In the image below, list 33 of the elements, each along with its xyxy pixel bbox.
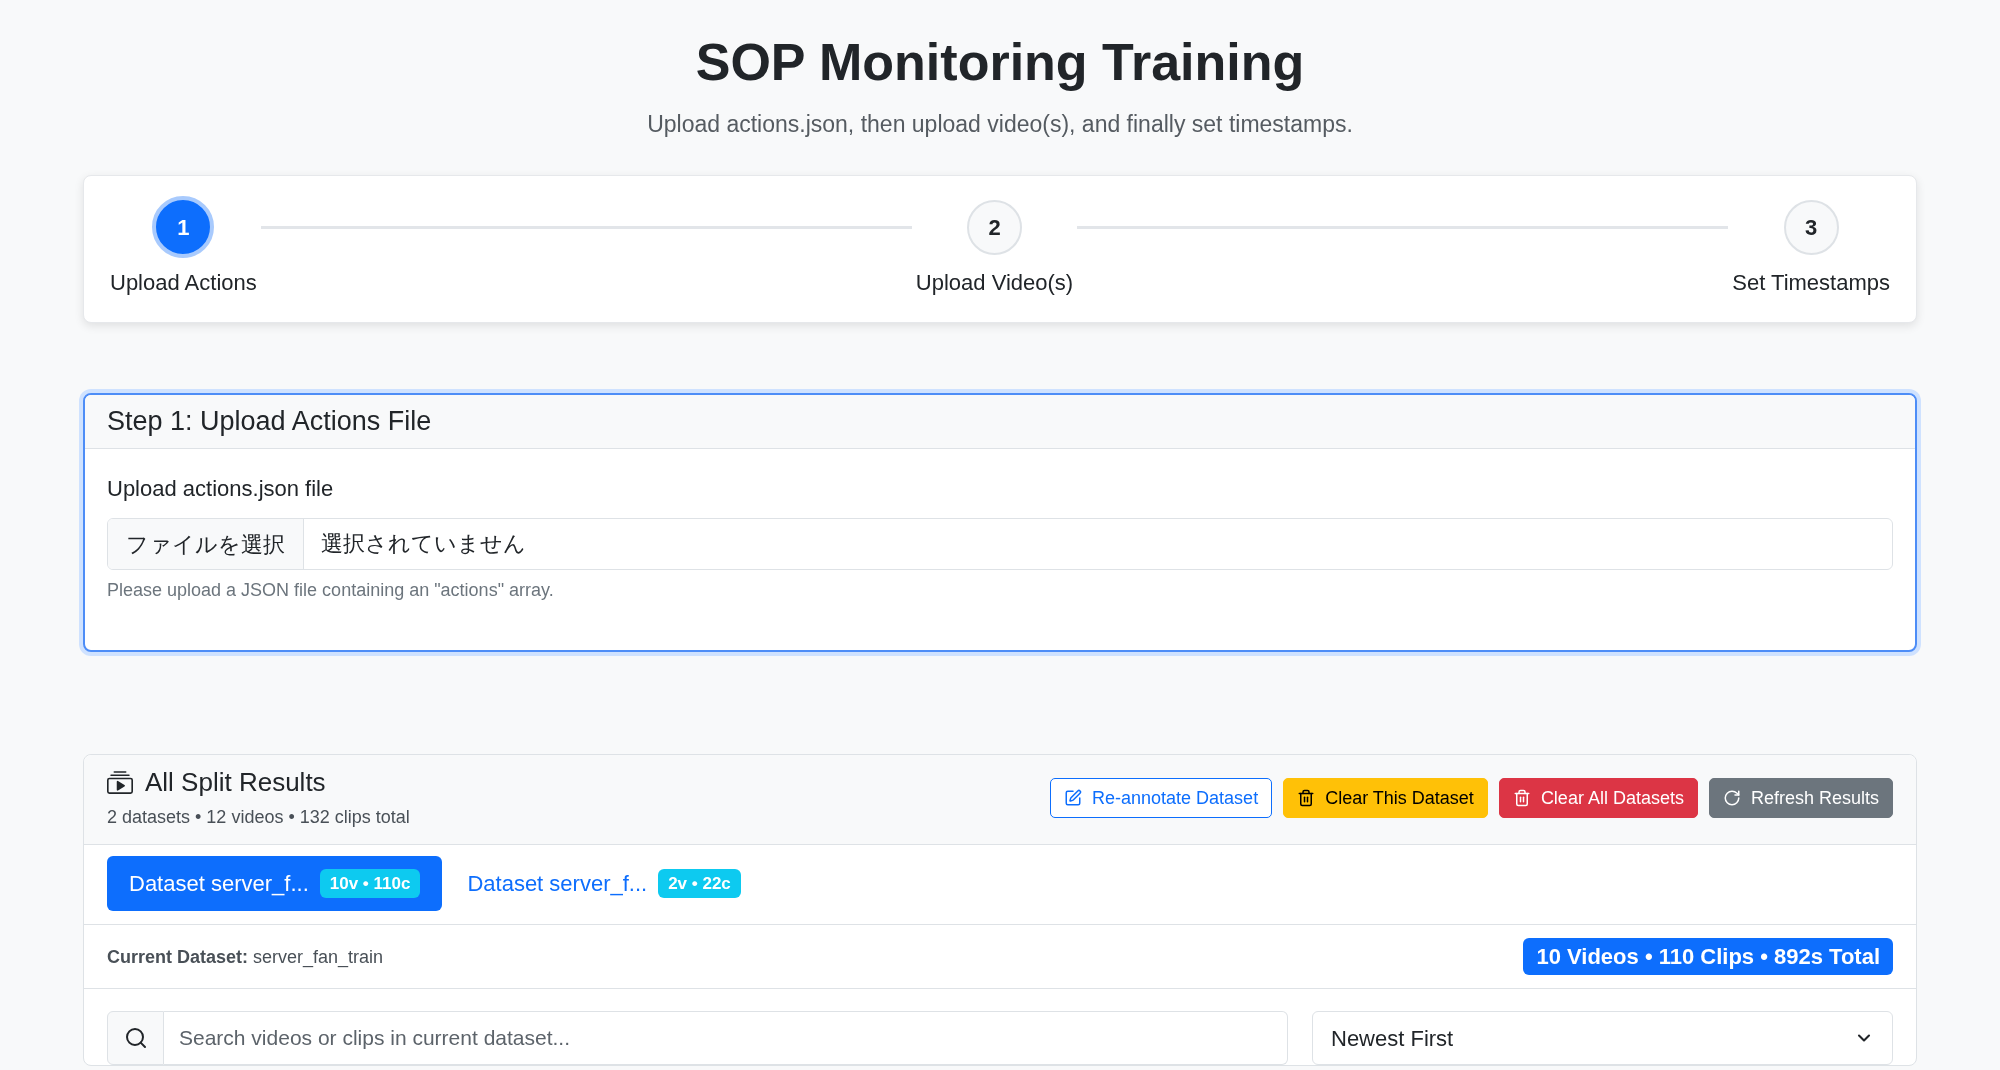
file-input-field[interactable]: ファイルを選択 選択されていません: [107, 518, 1893, 570]
step-label: Upload Actions: [110, 269, 257, 297]
step-label: Upload Video(s): [915, 269, 1074, 297]
panel-title: All Split Results: [145, 766, 326, 798]
step-number: 1: [152, 196, 215, 258]
step-number: 2: [967, 199, 1022, 255]
trash-icon: [1297, 789, 1316, 807]
count-badge: 2v • 22c: [658, 869, 741, 898]
choose-file-button[interactable]: ファイルを選択: [108, 519, 304, 569]
circular-arrow-icon: [1722, 789, 1741, 807]
count-badge: 10v • 110c: [319, 869, 421, 898]
current-dataset-text: Current Dataset: server_fan_train: [107, 945, 384, 970]
step-number: 3: [1783, 199, 1839, 255]
page-title: SOP Monitoring Training: [695, 32, 1305, 93]
totals-badge: 10 Videos • 110 Clips • 892s Total: [1523, 938, 1893, 975]
dataset-tab[interactable]: Dataset server_f... 2v • 22c: [445, 856, 763, 911]
dataset-tab[interactable]: Dataset server_f... 10v • 110c: [107, 856, 443, 911]
video-collection-icon: [107, 770, 133, 794]
page-subtitle: Upload actions.json, then upload video(s), and finally set timestamps.: [647, 110, 1353, 139]
card-title: Step 1: Upload Actions File: [107, 405, 433, 437]
help-text: Please upload a JSON file containing an "actions" array.: [107, 579, 555, 602]
action-button[interactable]: Clear All Datasets: [1498, 778, 1698, 818]
results-summary: 2 datasets • 12 videos • 132 clips total: [107, 806, 410, 829]
field-label: Upload actions.json file: [107, 475, 335, 503]
step-label: Set Timestamps: [1732, 269, 1890, 297]
action-button[interactable]: Refresh Results: [1708, 778, 1893, 818]
search-field[interactable]: Search videos or clips in current dataset...: [164, 1011, 1288, 1065]
sort-select[interactable]: Newest First: [1312, 1011, 1893, 1065]
pencil-square-icon: [1064, 789, 1083, 807]
action-button[interactable]: Clear This Dataset: [1283, 778, 1488, 818]
action-button[interactable]: Re-annotate Dataset: [1050, 778, 1273, 818]
trash-icon: [1512, 789, 1531, 807]
file-status-text: 選択されていません: [321, 530, 526, 558]
